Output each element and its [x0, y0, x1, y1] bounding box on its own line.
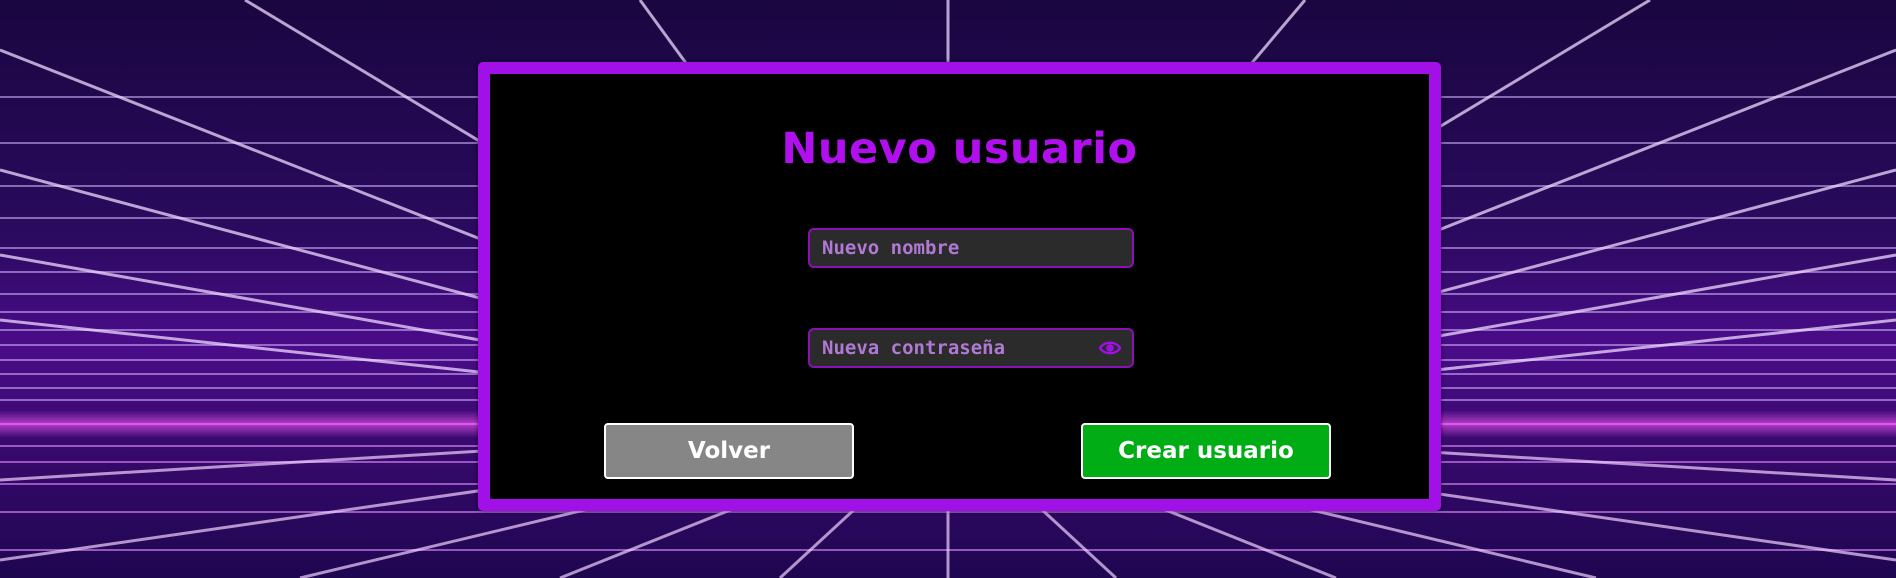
password-input[interactable] — [822, 330, 1092, 366]
create-user-button[interactable]: Crear usuario — [1081, 423, 1331, 479]
new-user-dialog: Nuevo usuario Volver Crear usuario — [478, 62, 1441, 511]
app-background: Nuevo usuario Volver Crear usuario — [0, 0, 1896, 578]
back-button[interactable]: Volver — [604, 423, 854, 479]
username-field[interactable] — [808, 228, 1134, 268]
dialog-title: Nuevo usuario — [781, 124, 1138, 174]
password-field[interactable] — [808, 328, 1134, 368]
username-input[interactable] — [822, 230, 1092, 266]
eye-icon[interactable] — [1099, 339, 1121, 357]
